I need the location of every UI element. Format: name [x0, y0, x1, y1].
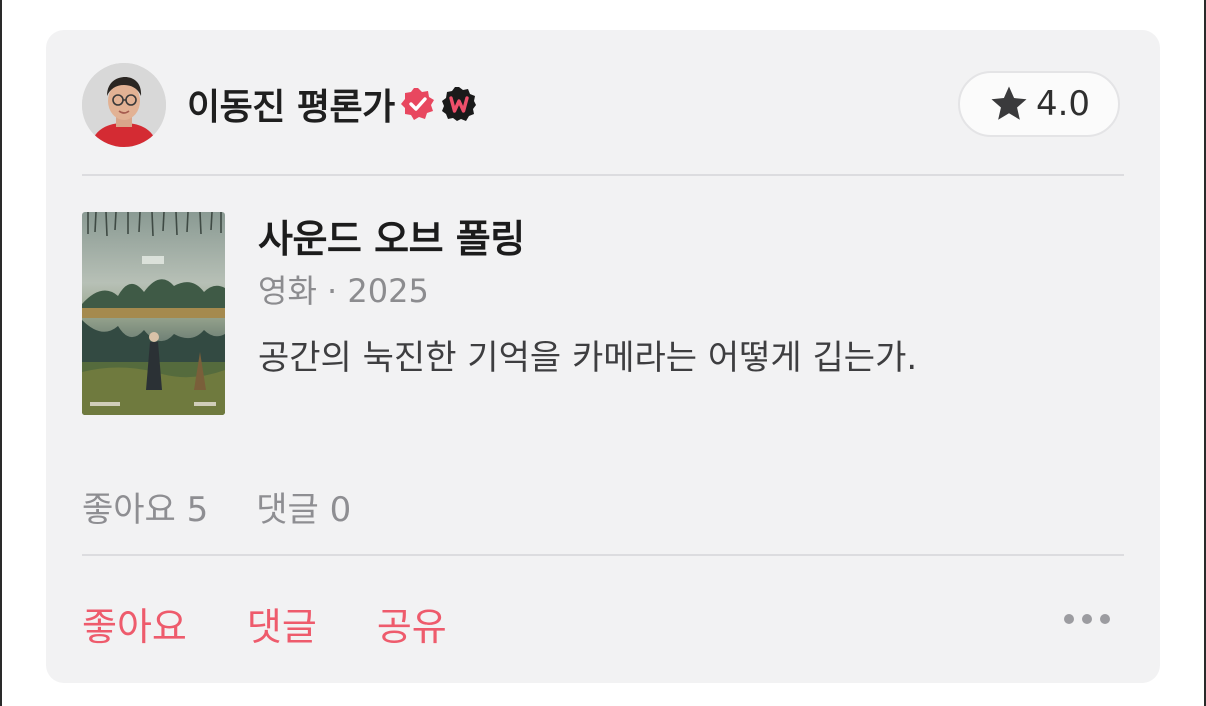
movie-title[interactable]: 사운드 오브 폴링 — [258, 208, 525, 263]
share-button[interactable]: 공유 — [377, 596, 447, 651]
header-divider — [82, 174, 1124, 176]
more-dot — [1064, 614, 1074, 624]
rating-value: 4.0 — [1035, 84, 1091, 124]
rating-pill: 4.0 — [958, 71, 1120, 137]
movie-poster[interactable] — [82, 212, 225, 415]
verified-check-icon — [400, 88, 434, 120]
action-bar: 좋아요 댓글 공유 — [82, 596, 447, 651]
likes-count: 좋아요 5 — [82, 490, 209, 530]
comment-button[interactable]: 댓글 — [247, 596, 317, 651]
review-card[interactable]: 이동진 평론가 4.0 사운드 오브 폴링 영화 · 2025 공간의 눅진한 … — [46, 30, 1160, 683]
more-dot — [1082, 614, 1092, 624]
author-name-row[interactable]: 이동진 평론가 — [187, 78, 477, 130]
footer-divider — [82, 554, 1124, 556]
window-left-edge — [0, 0, 2, 706]
review-comment[interactable]: 공간의 눅진한 기억을 카메라는 어떻게 깁는가. — [258, 330, 917, 379]
author-name[interactable]: 이동진 평론가 — [187, 78, 395, 130]
movie-meta: 영화 · 2025 — [258, 272, 429, 310]
like-button[interactable]: 좋아요 — [82, 596, 187, 651]
poster-image — [82, 212, 225, 415]
more-dot — [1100, 614, 1110, 624]
author-avatar[interactable] — [82, 63, 166, 147]
review-stats: 좋아요 5 댓글 0 — [82, 482, 351, 531]
watcha-w-badge-icon — [441, 87, 476, 121]
star-icon — [991, 86, 1027, 120]
more-horizontal-icon[interactable] — [1064, 604, 1124, 634]
comments-count: 댓글 0 — [256, 490, 352, 530]
avatar-image — [82, 63, 166, 147]
